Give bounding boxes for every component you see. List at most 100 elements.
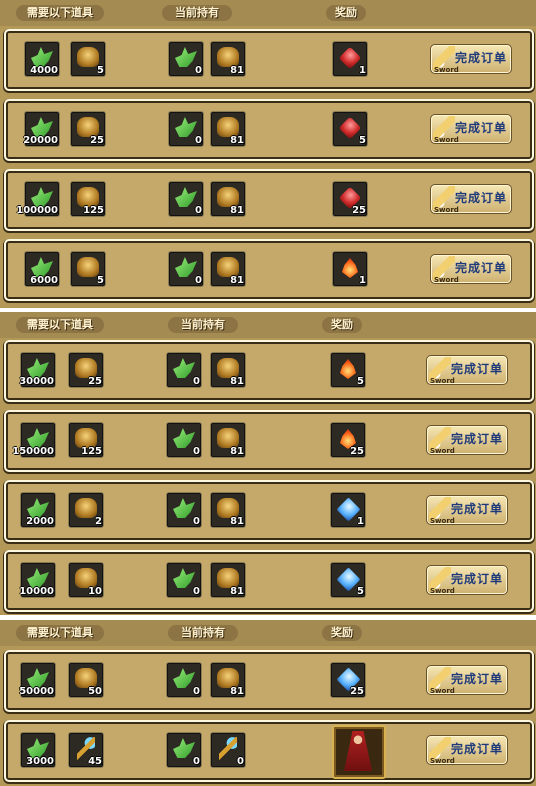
have-slot-leaf: 0 [166,562,202,598]
have-slot-armor: 81 [210,662,246,698]
complete-order-button[interactable]: 完成订单 Sword [426,355,508,385]
need-slot-leaf: 10000 [19,562,56,598]
have-slot-armor: 81 [210,251,246,287]
armor-icon [217,498,239,518]
armor-icon [75,668,97,688]
order-panel-2: 需要以下道具 当前持有 奖励 30000 25 0 81 5 完成订单 Sword… [0,312,536,617]
armor-icon [217,47,239,67]
order-row: 150000 125 0 81 25 完成订单 Sword [4,410,534,472]
armor-icon [77,257,99,277]
have-slot-leaf: 0 [166,352,202,388]
ruby-icon [338,46,362,70]
order-row: 10000 10 0 81 5 完成订单 Sword [4,550,534,612]
complete-order-button[interactable]: 完成订单 Sword [430,114,512,144]
armor-icon [75,498,97,518]
complete-order-button[interactable]: 完成订单 Sword [426,495,508,525]
leaf-icon [175,187,197,207]
complete-order-button[interactable]: 完成订单 Sword [430,44,512,74]
current-holding-label: 当前持有 [162,5,232,21]
order-row: 6000 5 0 81 1 完成订单 Sword [4,239,534,301]
armor-icon [77,187,99,207]
order-panel-1: 需要以下道具 当前持有 奖励 4000 5 0 81 1 完成订单 Sword 2… [0,0,536,310]
leaf-icon [31,117,53,137]
complete-order-button[interactable]: 完成订单 Sword [430,254,512,284]
need-items-label: 需要以下道具 [16,625,104,641]
leaf-icon [173,428,195,448]
armor-icon [217,668,239,688]
panel-header: 需要以下道具 当前持有 奖励 [0,620,536,646]
need-slot-armor: 5 [70,41,106,77]
complete-order-button[interactable]: 完成订单 Sword [426,665,508,695]
have-slot-staff: 0 [210,732,246,768]
leaf-icon [173,568,195,588]
have-slot-armor: 81 [210,492,246,528]
complete-order-button[interactable]: 完成订单 Sword [430,184,512,214]
need-slot-leaf: 3000 [20,732,56,768]
staff-icon [219,737,237,761]
reward-slot: 5 [332,111,368,147]
order-row: 30000 25 0 81 5 完成订单 Sword [4,340,534,402]
need-slot-leaf: 6000 [24,251,60,287]
complete-order-button[interactable]: 完成订单 Sword [426,565,508,595]
order-row: 100000 125 0 81 25 完成订单 Sword [4,169,534,231]
armor-icon [75,428,97,448]
need-slot-leaf: 4000 [24,41,60,77]
need-slot-leaf: 20000 [23,111,60,147]
need-items-label: 需要以下道具 [16,5,104,21]
leaf-icon [27,498,49,518]
need-slot-armor: 10 [68,562,104,598]
need-slot-armor: 25 [70,111,106,147]
order-row: 4000 5 0 81 1 完成订单 Sword [4,29,534,91]
armor-icon [75,568,97,588]
panel-header: 需要以下道具 当前持有 奖励 [0,0,536,26]
reward-slot: 5 [330,352,366,388]
leaf-icon [31,187,53,207]
order-row: 3000 45 0 0 完成订单 Sword [4,720,534,782]
ruby-icon [338,116,362,140]
complete-order-button[interactable]: 完成订单 Sword [426,735,508,765]
need-slot-leaf: 50000 [19,662,56,698]
leaf-icon [27,668,49,688]
have-slot-leaf: 0 [168,111,204,147]
armor-icon [217,117,239,137]
have-slot-leaf: 0 [166,422,202,458]
have-slot-armor: 81 [210,181,246,217]
leaf-icon [173,358,195,378]
armor-icon [77,117,99,137]
have-slot-leaf: 0 [168,251,204,287]
need-slot-leaf: 150000 [12,422,56,458]
reward-slot: 5 [330,562,366,598]
have-slot-armor: 81 [210,41,246,77]
have-slot-armor: 81 [210,352,246,388]
have-slot-armor: 81 [210,111,246,147]
reward-slot: 25 [330,662,366,698]
leaf-icon [173,738,195,758]
order-row: 2000 2 0 81 1 完成订单 Sword [4,480,534,542]
fire-gem-icon [342,258,358,278]
leaf-icon [27,428,49,448]
current-holding-label: 当前持有 [168,625,238,641]
complete-order-button[interactable]: 完成订单 Sword [426,425,508,455]
current-holding-label: 当前持有 [168,317,238,333]
have-slot-leaf: 0 [166,492,202,528]
hero-portrait [332,725,386,779]
reward-slot: 25 [330,422,366,458]
have-slot-armor: 81 [210,562,246,598]
armor-icon [217,568,239,588]
armor-icon [77,47,99,67]
panel-header: 需要以下道具 当前持有 奖励 [0,312,536,338]
need-slot-leaf: 100000 [16,181,60,217]
hero-figure-icon [344,731,372,771]
have-slot-leaf: 0 [166,662,202,698]
need-items-label: 需要以下道具 [16,317,104,333]
need-slot-armor: 125 [70,181,106,217]
leaf-icon [31,257,53,277]
armor-icon [217,428,239,448]
leaf-icon [175,117,197,137]
need-slot-armor: 125 [68,422,104,458]
have-slot-armor: 81 [210,422,246,458]
armor-icon [75,358,97,378]
armor-icon [217,358,239,378]
order-panel-3: 需要以下道具 当前持有 奖励 50000 50 0 81 25 完成订单 Swor… [0,620,536,786]
order-row: 20000 25 0 81 5 完成订单 Sword [4,99,534,161]
